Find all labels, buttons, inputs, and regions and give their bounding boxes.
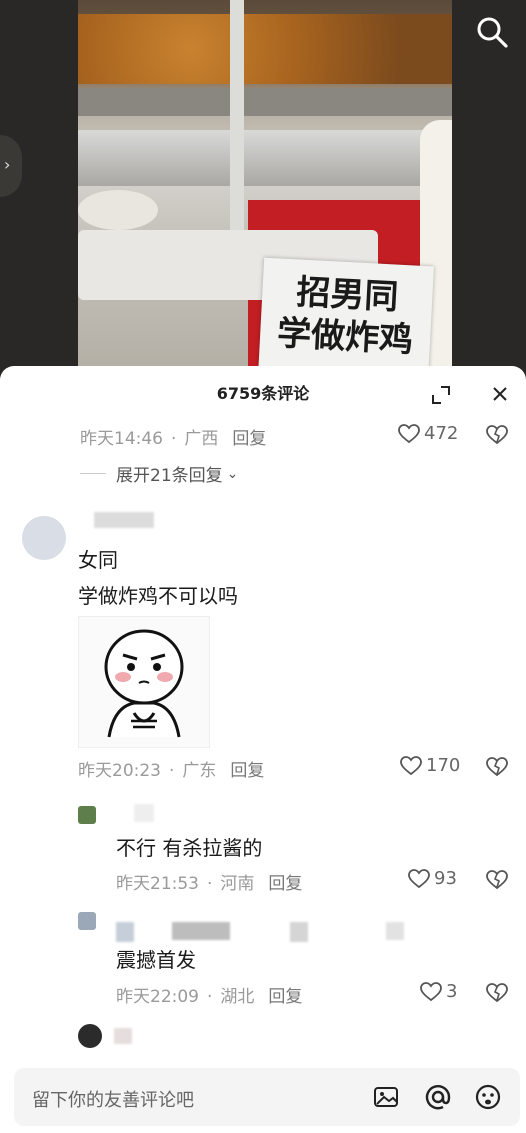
avatar[interactable] xyxy=(78,806,96,824)
reply-text: 震撼首发 xyxy=(116,948,196,972)
username-blurred xyxy=(172,922,230,940)
chevron-down-icon: ⌄ xyxy=(226,465,239,482)
heart-icon xyxy=(408,868,430,888)
like-button[interactable]: 93 xyxy=(408,868,457,889)
like-button[interactable]: 472 xyxy=(398,423,458,444)
expand-icon[interactable] xyxy=(430,384,452,406)
hiring-sign: 招男同 学做炸鸡 xyxy=(258,257,434,380)
comment-location: 河南 xyxy=(220,874,255,894)
username-blurred xyxy=(386,922,404,940)
username-blurred xyxy=(116,922,134,942)
comment-location: 广东 xyxy=(182,761,217,781)
username-blurred xyxy=(94,512,154,528)
comment-meta: 昨天21:53 · 河南 回复 xyxy=(116,874,303,894)
comment-input-placeholder[interactable]: 留下你的友善评论吧 xyxy=(32,1086,194,1112)
comments-sheet: 6759条评论 昨天14:46 · 广西 回复 472 展开21条回复 ⌄ 女同 学做… xyxy=(0,366,526,1133)
fried-chicken-tray xyxy=(78,14,452,84)
image-icon[interactable] xyxy=(372,1083,400,1111)
video-player[interactable]: 招男同 学做炸鸡 › xyxy=(0,0,526,380)
comment-meta: 昨天14:46 · 广西 回复 xyxy=(80,429,267,449)
broken-heart-icon[interactable] xyxy=(486,982,508,1004)
comment-location: 湖北 xyxy=(220,987,255,1007)
expand-replies-label: 展开21条回复 xyxy=(116,466,223,486)
chevron-right-icon: › xyxy=(4,155,11,174)
broken-heart-icon[interactable] xyxy=(486,756,508,778)
search-icon[interactable] xyxy=(474,14,510,50)
expand-replies-button[interactable]: 展开21条回复 ⌄ xyxy=(80,461,238,486)
sticker-image[interactable] xyxy=(78,616,210,748)
comment-text-line: 学做炸鸡不可以吗 xyxy=(78,584,238,608)
display-case-frame xyxy=(78,88,452,116)
thinking-face-sticker xyxy=(104,629,184,738)
comment-time: 昨天14:46 xyxy=(80,429,163,449)
username-blurred xyxy=(290,922,308,942)
divider-line xyxy=(80,473,106,474)
avatar[interactable] xyxy=(22,516,66,560)
reply-text: 不行 有杀拉酱的 xyxy=(116,836,263,860)
like-count: 93 xyxy=(434,868,457,889)
like-button[interactable]: 170 xyxy=(400,755,460,776)
heart-icon xyxy=(400,755,422,775)
broken-heart-icon[interactable] xyxy=(486,869,508,891)
comment-input-bar[interactable]: 留下你的友善评论吧 xyxy=(14,1068,520,1126)
avatar[interactable] xyxy=(78,912,96,930)
username-blurred xyxy=(114,1028,132,1044)
plate xyxy=(78,190,158,230)
username-blurred xyxy=(134,804,154,822)
comment-time: 昨天22:09 xyxy=(116,987,199,1007)
comment-time: 昨天21:53 xyxy=(116,874,199,894)
like-button[interactable]: 3 xyxy=(420,981,457,1002)
reply-button[interactable]: 回复 xyxy=(268,874,302,894)
heart-icon xyxy=(398,423,420,443)
reply-button[interactable]: 回复 xyxy=(230,761,264,781)
video-frame: 招男同 学做炸鸡 xyxy=(78,0,452,380)
reply-button[interactable]: 回复 xyxy=(268,987,302,1007)
comment-location: 广西 xyxy=(184,429,219,449)
close-icon[interactable] xyxy=(488,382,512,406)
counter-rail xyxy=(78,130,452,186)
mention-icon[interactable] xyxy=(424,1083,452,1111)
avatar[interactable] xyxy=(78,1024,102,1048)
broken-heart-icon[interactable] xyxy=(486,424,508,446)
sign-line-2: 学做炸鸡 xyxy=(276,313,415,361)
comment-meta: 昨天22:09 · 湖北 回复 xyxy=(116,987,303,1007)
reply-button[interactable]: 回复 xyxy=(232,429,266,449)
like-count: 3 xyxy=(446,981,458,1002)
like-count: 170 xyxy=(426,755,461,776)
comment-text-line: 女同 xyxy=(78,548,118,572)
like-count: 472 xyxy=(424,423,459,444)
side-drawer-tab[interactable]: › xyxy=(0,135,22,197)
comment-time: 昨天20:23 xyxy=(78,761,161,781)
emoji-icon[interactable] xyxy=(474,1083,502,1111)
comment-meta: 昨天20:23 · 广东 回复 xyxy=(78,761,265,781)
heart-icon xyxy=(420,981,442,1001)
